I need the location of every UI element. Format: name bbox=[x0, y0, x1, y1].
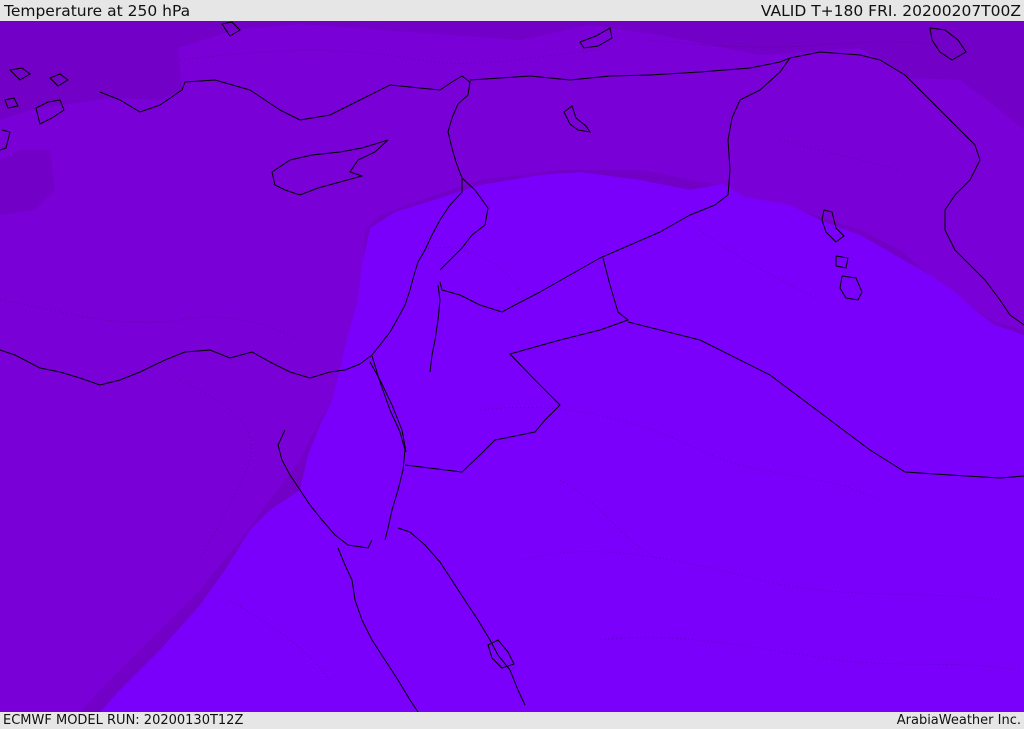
footer-bar: ECMWF MODEL RUN: 20200130T12Z ArabiaWeat… bbox=[0, 712, 1024, 729]
map-canvas bbox=[0, 21, 1024, 712]
credit: ArabiaWeather Inc. bbox=[896, 713, 1021, 728]
map-title: Temperature at 250 hPa bbox=[4, 1, 191, 20]
valid-time: VALID T+180 FRI. 20200207T00Z bbox=[760, 1, 1021, 20]
model-run: ECMWF MODEL RUN: 20200130T12Z bbox=[3, 713, 244, 728]
temperature-map bbox=[0, 21, 1024, 712]
title-bar: Temperature at 250 hPa VALID T+180 FRI. … bbox=[0, 0, 1024, 21]
